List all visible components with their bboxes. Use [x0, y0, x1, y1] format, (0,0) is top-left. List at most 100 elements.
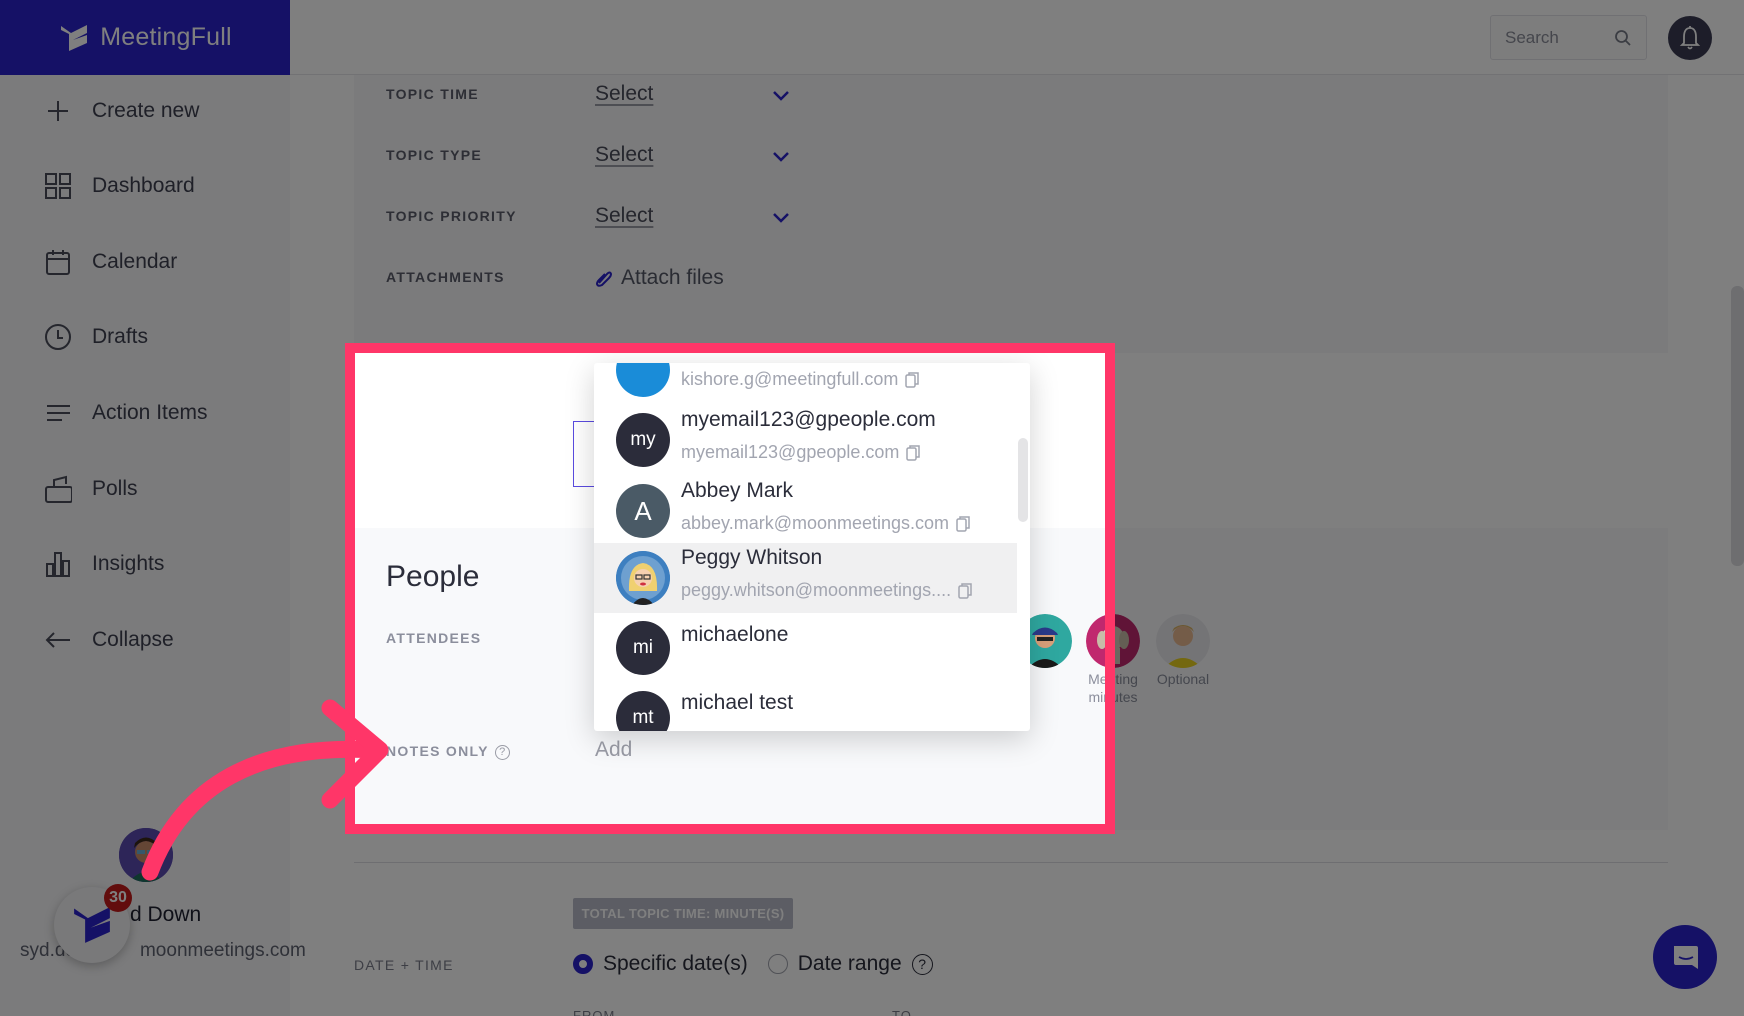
- topic-priority-select[interactable]: Select: [595, 204, 653, 228]
- topic-type-label: TOPIC TYPE: [386, 147, 482, 163]
- date-mode-radio-group: Specific date(s) Date range ?: [573, 952, 933, 976]
- avatar-dog-icon: [1086, 614, 1140, 668]
- sidebar-item-drafts[interactable]: Drafts: [44, 317, 148, 357]
- sidebar-item-action-items[interactable]: Action Items: [44, 393, 208, 433]
- meetingfull-logo-icon: [61, 24, 88, 51]
- chevron-down-icon[interactable]: [772, 212, 790, 224]
- contact-option[interactable]: kishore.g@meetingfull.com: [594, 363, 1017, 405]
- chevron-down-icon[interactable]: [772, 90, 790, 102]
- top-bar: MeetingFull: [0, 0, 1744, 75]
- sidebar-item-label: Polls: [92, 477, 138, 500]
- total-topic-time-badge: TOTAL TOPIC TIME: MINUTE(S): [573, 898, 793, 929]
- attendees-label: ATTENDEES: [386, 630, 482, 646]
- contact-name: Abbey Mark: [681, 479, 794, 502]
- ballot-box-icon: [45, 475, 72, 503]
- arrow-left-icon: [45, 632, 70, 648]
- date-range-label: Date range: [797, 952, 902, 975]
- copy-icon[interactable]: [905, 371, 920, 388]
- sidebar-item-label: Create new: [92, 99, 200, 122]
- contact-avatar: A: [616, 484, 670, 538]
- copy-icon[interactable]: [958, 582, 972, 599]
- chat-support-button[interactable]: [1653, 925, 1717, 989]
- topic-type-select[interactable]: Select: [595, 143, 653, 167]
- contact-avatar: my: [616, 413, 670, 467]
- sidebar-item-label: Dashboard: [92, 174, 195, 197]
- user-name: d Down: [130, 903, 202, 926]
- brand-logo[interactable]: MeetingFull: [0, 0, 290, 75]
- topic-time-select[interactable]: Select: [595, 82, 653, 106]
- list-icon: [47, 405, 70, 421]
- copy-icon[interactable]: [956, 515, 970, 532]
- sidebar-item-dashboard[interactable]: Dashboard: [44, 166, 195, 206]
- dropdown-scrollbar[interactable]: [1018, 438, 1028, 522]
- sidebar-item-label: Insights: [92, 552, 165, 575]
- contact-avatar: mt: [616, 691, 670, 731]
- contact-avatar: [616, 551, 670, 605]
- attachments-label: ATTACHMENTS: [386, 269, 505, 285]
- clock-icon: [45, 324, 71, 350]
- page-scrollbar[interactable]: [1731, 286, 1744, 566]
- specific-dates-label: Specific date(s): [603, 952, 748, 975]
- to-label: TO: [892, 1008, 912, 1016]
- contact-avatar: [616, 363, 670, 397]
- sidebar-item-collapse[interactable]: Collapse: [44, 620, 174, 660]
- bell-icon: [1679, 26, 1701, 50]
- contact-name: myemail123@gpeople.com: [681, 408, 936, 431]
- sidebar-item-create-new[interactable]: Create new: [44, 91, 199, 131]
- contact-option[interactable]: A Abbey Mark abbey.mark@moonmeetings.com: [594, 476, 1017, 546]
- notes-only-label: NOTES ONLY?: [386, 743, 510, 760]
- copy-icon[interactable]: [906, 444, 921, 461]
- people-title: People: [386, 560, 480, 593]
- specific-dates-radio[interactable]: [573, 954, 593, 974]
- avatar-woman-photo-icon: [1156, 614, 1210, 668]
- bar-chart-icon: [46, 552, 70, 577]
- plus-icon: [48, 101, 68, 121]
- sidebar-item-polls[interactable]: Polls: [44, 469, 138, 509]
- topic-details-card: [354, 75, 1668, 353]
- contact-suggestions-dropdown[interactable]: kishore.g@meetingfull.com my myemail123@…: [594, 363, 1030, 731]
- section-divider: [354, 862, 1668, 863]
- topic-time-label: TOPIC TIME: [386, 86, 479, 102]
- contact-option[interactable]: my myemail123@gpeople.com myemail123@gpe…: [594, 405, 1017, 475]
- brand-name: MeetingFull: [100, 23, 232, 51]
- from-label: FROM: [573, 1008, 616, 1016]
- sidebar-item-calendar[interactable]: Calendar: [44, 242, 177, 282]
- attendee-avatar[interactable]: Optional: [1155, 614, 1211, 688]
- chat-icon: [1674, 946, 1698, 969]
- contact-option-highlighted[interactable]: Peggy Whitson peggy.whitson@moonmeetings…: [594, 543, 1017, 613]
- help-icon[interactable]: ?: [494, 744, 510, 760]
- search-icon[interactable]: [1614, 29, 1632, 47]
- help-icon[interactable]: ?: [911, 953, 933, 975]
- notifications-button[interactable]: [1668, 16, 1712, 60]
- sidebar-item-insights[interactable]: Insights: [44, 544, 164, 584]
- sidebar-item-label: Drafts: [92, 325, 149, 348]
- attach-files-label: Attach files: [621, 266, 724, 289]
- attendee-photo: [1086, 614, 1140, 668]
- attendee-photo: [1156, 614, 1210, 668]
- user-avatar-image-icon: [119, 828, 173, 882]
- attach-files-button[interactable]: Attach files: [595, 266, 724, 290]
- calendar-icon: [46, 250, 70, 275]
- chevron-down-icon[interactable]: [772, 151, 790, 163]
- meetingfull-logo-icon: [74, 907, 110, 943]
- contact-avatar: mi: [616, 621, 670, 675]
- search-box[interactable]: [1490, 15, 1647, 60]
- contact-name: michael test: [681, 691, 794, 714]
- contact-option[interactable]: mt michael test: [594, 683, 1017, 731]
- contact-option[interactable]: mi michaelone: [594, 613, 1017, 683]
- grid-icon: [45, 173, 71, 199]
- sidebar-item-label: Action Items: [92, 401, 208, 424]
- notification-count-badge: 30: [104, 884, 132, 912]
- contact-email: peggy.whitson@moonmeetings....: [681, 580, 972, 601]
- attendee-avatar[interactable]: Meeting minutes: [1085, 614, 1141, 706]
- date-time-label: DATE + TIME: [354, 957, 454, 973]
- topic-priority-label: TOPIC PRIORITY: [386, 208, 517, 224]
- notes-only-add-button[interactable]: Add: [595, 738, 632, 762]
- date-range-radio[interactable]: [767, 954, 788, 974]
- user-avatar[interactable]: [119, 828, 173, 882]
- search-input[interactable]: [1505, 27, 1605, 48]
- contact-email: myemail123@gpeople.com: [681, 442, 921, 463]
- paperclip-icon: [595, 271, 613, 287]
- contact-name: Peggy Whitson: [681, 546, 823, 569]
- contact-email: kishore.g@meetingfull.com: [681, 369, 920, 390]
